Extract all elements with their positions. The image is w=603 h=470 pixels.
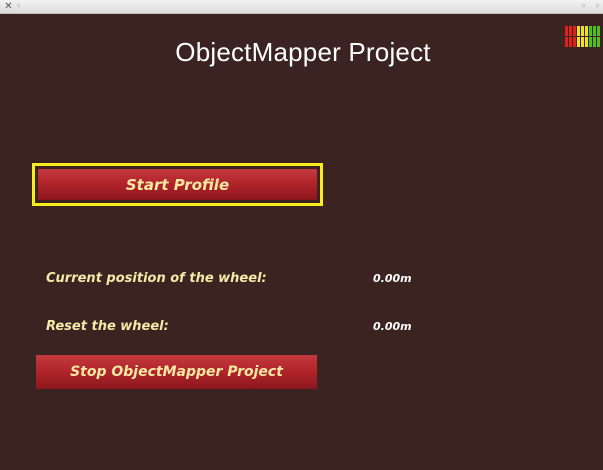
level-meter-segment (581, 26, 584, 36)
shade-icon[interactable]: ◦ (578, 1, 589, 12)
level-meter-segment (565, 26, 568, 36)
level-meter-segment (573, 26, 576, 36)
window-titlebar: ✕ ◦ ◦ ◦ (0, 0, 603, 14)
app-window: ✕ ◦ ◦ ◦ ObjectMapper Project Start Profi… (0, 0, 603, 470)
start-profile-button[interactable]: Start Profile (32, 163, 323, 206)
level-meter-segment (565, 37, 568, 47)
wheel-position-value: 0.00m (373, 272, 412, 285)
level-meter-segment (577, 37, 580, 47)
minimize-icon[interactable]: ◦ (13, 1, 24, 12)
page-title: ObjectMapper Project (175, 37, 431, 67)
start-profile-button-label: Start Profile (38, 169, 317, 200)
level-meter-segment (593, 26, 596, 36)
level-meter-icon (565, 26, 603, 48)
level-meter-segment (569, 37, 572, 47)
level-meter-segment (597, 26, 600, 36)
maximize-icon[interactable]: ◦ (592, 1, 603, 12)
level-meter-segment (589, 37, 592, 47)
main-panel: ObjectMapper Project Start Profile Curre… (0, 14, 603, 470)
level-meter-segment (593, 37, 596, 47)
level-meter-segment (573, 37, 576, 47)
level-meter-segment (581, 37, 584, 47)
stop-project-button[interactable]: Stop ObjectMapper Project (36, 355, 317, 389)
level-meter-segment (585, 37, 588, 47)
level-meter-segment (585, 26, 588, 36)
reset-wheel-label: Reset the wheel: (46, 319, 169, 334)
level-meter-segment (589, 26, 592, 36)
reset-wheel-value: 0.00m (373, 320, 412, 333)
level-meter-segment (569, 26, 572, 36)
level-meter-segment (597, 37, 600, 47)
wheel-position-label: Current position of the wheel: (46, 271, 267, 286)
level-meter-segment (577, 26, 580, 36)
